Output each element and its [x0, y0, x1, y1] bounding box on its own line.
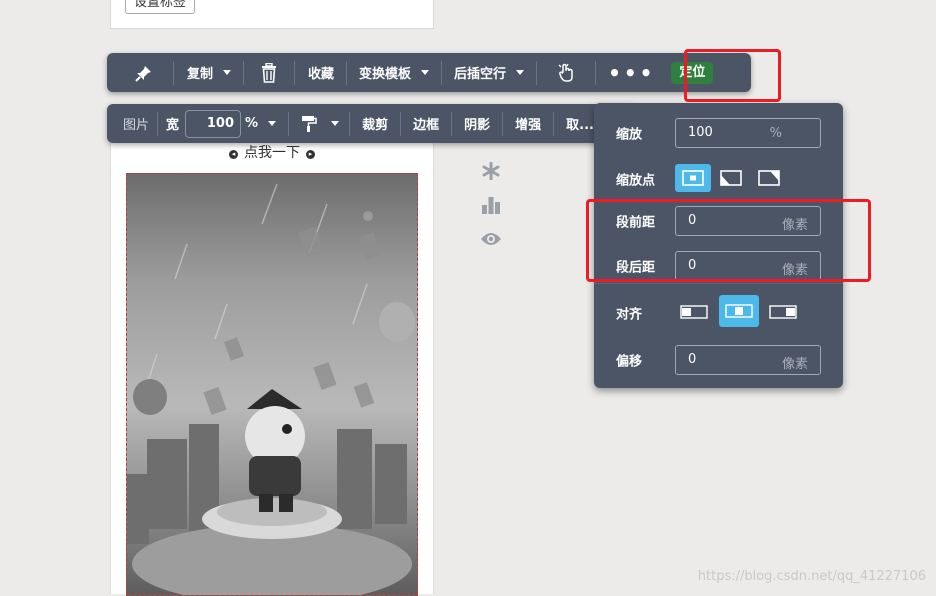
pin-button[interactable]: [107, 53, 173, 92]
chevron-down-icon: [223, 70, 232, 75]
align-center-icon: [725, 304, 753, 318]
ellipsis-icon: •••: [608, 60, 656, 85]
offset-input[interactable]: 0 像素: [675, 345, 821, 375]
watermark: https://blog.csdn.net/qq_41227106: [697, 569, 926, 584]
border-label: 边框: [413, 118, 440, 133]
swap-template-label: 变换模板: [359, 67, 412, 82]
copy-label: 复制: [187, 67, 214, 82]
anchor-bottom-left-icon: [720, 170, 742, 186]
width-input[interactable]: 100: [185, 109, 242, 138]
offset-value: 0: [688, 352, 697, 367]
align-left-icon: [680, 305, 708, 319]
pointer-button[interactable]: [537, 53, 595, 92]
divider: [594, 283, 843, 284]
scale-unit: %: [769, 126, 782, 141]
anchor-top-right-icon: [758, 170, 780, 186]
align-label: 对齐: [616, 307, 643, 323]
bar-chart-icon: [482, 197, 500, 214]
shadow-label: 阴影: [464, 118, 491, 133]
click-me-text: 点我一下: [244, 145, 300, 161]
anchor-center-icon: [682, 170, 704, 186]
spacing-highlight-box: [586, 199, 871, 282]
insert-blank-button[interactable]: 后插空行: [442, 53, 536, 92]
scale-row: 缩放 100 %: [594, 113, 843, 153]
eye-icon: [481, 233, 501, 245]
scale-point-row: 缩放点: [594, 159, 843, 199]
right-dot-icon: ▸: [306, 150, 315, 159]
image-toolbar: 图片 宽 100 % 裁剪 边框 阴影 增强 取...: [107, 104, 635, 143]
more-options-button[interactable]: •••: [596, 53, 665, 92]
side-icons: [478, 154, 504, 256]
width-label: 宽: [166, 118, 180, 133]
scale-point-bottom-left-button[interactable]: [713, 164, 749, 192]
enhance-button[interactable]: 增强: [503, 104, 553, 143]
swap-template-button[interactable]: 变换模板: [347, 53, 441, 92]
enhance-label: 增强: [515, 118, 542, 133]
collect-label: 收藏: [308, 67, 335, 82]
paint-roller-icon: [302, 115, 317, 132]
pin-icon: [135, 65, 151, 82]
poster-illustration: [127, 183, 415, 595]
poster-image[interactable]: [126, 173, 418, 596]
border-button[interactable]: 边框: [401, 104, 451, 143]
offset-unit: 像素: [781, 357, 808, 372]
snowflake-button[interactable]: [478, 154, 504, 188]
format-painter-button[interactable]: [289, 104, 349, 143]
crop-label: 裁剪: [362, 118, 389, 133]
delete-button[interactable]: [244, 53, 294, 92]
align-right-icon: [769, 305, 797, 319]
collect-button[interactable]: 收藏: [295, 53, 346, 92]
left-dot-icon: ◂: [229, 150, 238, 159]
width-control: 宽 100 %: [158, 104, 277, 143]
scale-input[interactable]: 100 %: [675, 118, 821, 148]
main-toolbar: 复制 收藏 变换模板 后插空行 ••• 定位: [107, 53, 751, 92]
trash-icon: [262, 62, 277, 83]
snowflake-icon: [482, 162, 500, 180]
align-right-button[interactable]: [766, 298, 800, 326]
chevron-down-icon[interactable]: [268, 121, 277, 126]
preview-button[interactable]: [478, 222, 504, 256]
top-card: 设置标签: [110, 0, 434, 29]
hand-pointer-icon: [558, 63, 573, 82]
chevron-down-icon: [331, 121, 340, 126]
chart-button[interactable]: [478, 188, 504, 222]
locate-highlight-box: [684, 49, 781, 102]
insert-blank-label: 后插空行: [454, 67, 507, 82]
copy-button[interactable]: 复制: [174, 53, 243, 92]
offset-row: 偏移 0 像素: [594, 340, 843, 380]
shadow-button[interactable]: 阴影: [452, 104, 502, 143]
offset-label: 偏移: [616, 354, 643, 370]
percent-unit: %: [245, 116, 259, 131]
document-card: ◂ 点我一下 ▸: [110, 128, 434, 596]
scale-point-label: 缩放点: [616, 173, 656, 189]
scale-value: 100: [688, 125, 713, 140]
align-left-button[interactable]: [677, 298, 711, 326]
click-me-line[interactable]: ◂ 点我一下 ▸: [111, 142, 433, 162]
align-row: 对齐: [594, 293, 843, 333]
more-label: 取...: [566, 118, 594, 133]
set-tag-button[interactable]: 设置标签: [125, 0, 196, 14]
chevron-down-icon: [516, 70, 525, 75]
chevron-down-icon: [421, 70, 430, 75]
scale-point-top-right-button[interactable]: [751, 164, 787, 192]
image-label: 图片: [123, 118, 150, 133]
crop-button[interactable]: 裁剪: [350, 104, 400, 143]
image-label-item: 图片: [107, 104, 157, 143]
scale-label: 缩放: [616, 127, 643, 143]
scale-point-center-button[interactable]: [675, 164, 711, 192]
align-center-button[interactable]: [719, 295, 759, 327]
